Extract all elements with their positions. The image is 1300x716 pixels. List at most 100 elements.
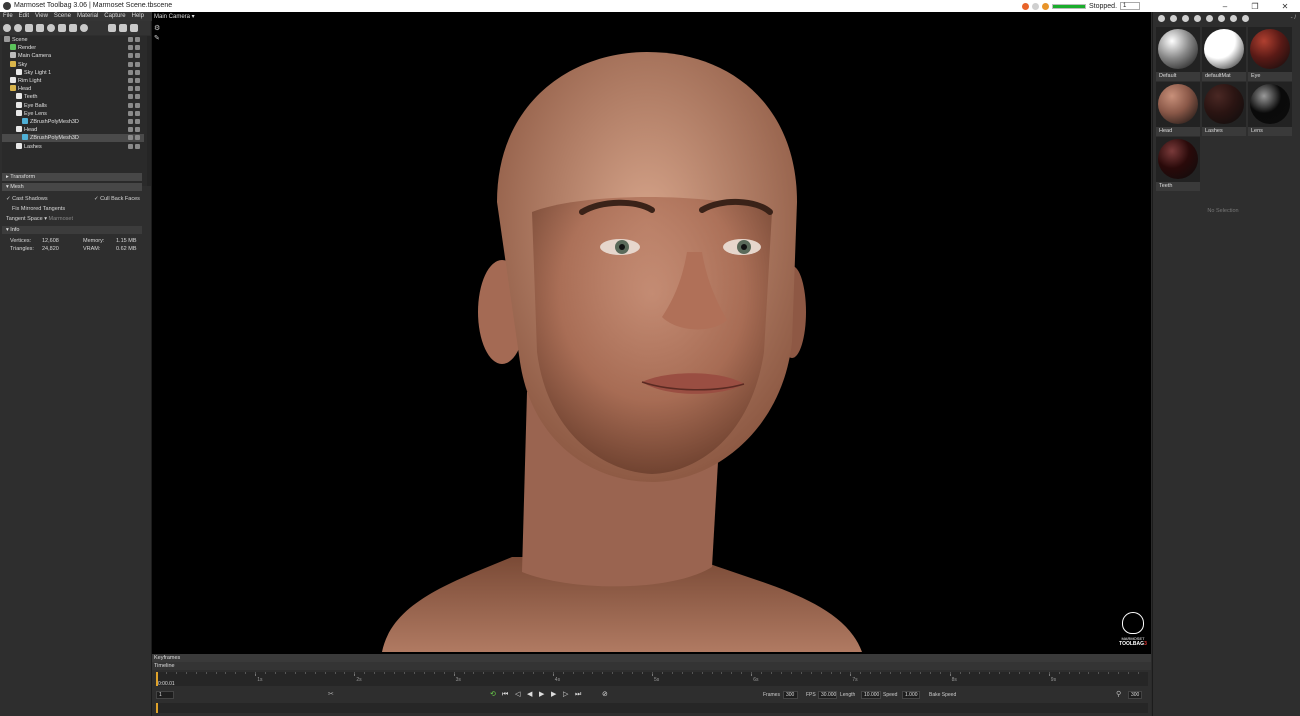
play-icon[interactable]: ▶ [539,691,544,699]
gear-icon[interactable]: ⚙ [154,25,161,32]
eye-icon[interactable] [135,119,140,124]
tree-item[interactable]: Lashes [2,142,144,151]
tree-item[interactable]: Render [2,44,144,52]
keyframes-header[interactable]: Keyframes [152,654,1151,662]
record-toggle-icon[interactable]: ⊘ [602,691,608,699]
transform-section[interactable]: ▸ Transform [2,173,142,181]
material-lashes[interactable]: Lashes [1202,82,1246,136]
tree-item[interactable]: Eye Balls [2,101,144,110]
tree-item[interactable]: Scene [2,36,144,44]
duplicate-icon[interactable] [1170,15,1177,22]
mesh-section[interactable]: ▾ Mesh [2,183,142,191]
frames-field[interactable]: 300 [783,691,798,699]
eye-icon[interactable] [135,110,140,116]
menu-material[interactable]: Material [77,12,98,21]
lock-icon[interactable] [128,61,133,67]
delete-icon[interactable] [130,24,138,32]
camera-icon[interactable] [25,24,33,32]
check-icon[interactable] [1230,15,1237,22]
lock-icon[interactable] [128,127,133,133]
tree-item[interactable]: Rim Light [2,77,144,85]
shadow-icon[interactable] [36,24,44,32]
record-icon[interactable] [1022,2,1029,10]
eye-icon[interactable] [135,127,140,133]
eye-icon[interactable] [135,78,140,83]
material-eye[interactable]: Eye [1248,27,1292,81]
length-field[interactable]: 10.000 [861,691,881,699]
viewport[interactable]: Main Camera ▾ ⚙ ✎ MARMOSET TOOLBAG3 [152,12,1151,654]
sky-icon[interactable] [47,24,55,32]
menu-capture[interactable]: Capture [104,12,125,21]
eye-icon[interactable] [135,86,140,92]
eye-icon[interactable] [135,37,140,42]
tree-item[interactable]: Sky [2,60,144,69]
tree-item[interactable]: Head [2,126,144,134]
tree-item[interactable]: Eye Lens [2,109,144,118]
info-section[interactable]: ▾ Info [2,226,142,234]
keyframe-track[interactable] [156,703,1148,713]
gear-icon[interactable] [1242,15,1249,22]
end-frame-field[interactable]: 300 [1128,691,1142,699]
timeline-ruler[interactable]: 1s 2s 3s 4s 5s 6s 7s 8s 9s [156,672,1148,686]
eye-icon[interactable] [135,102,140,108]
render-icon[interactable] [1042,2,1049,10]
minimize-button[interactable]: – [1210,2,1240,11]
last-frame-icon[interactable]: ⏭ [575,691,581,699]
material-teeth[interactable]: Teeth [1156,137,1200,191]
terrain-icon[interactable] [69,24,77,32]
cull-back-faces-checkbox[interactable]: ✓ Cull Back Faces [94,195,140,203]
picker-icon[interactable] [1218,15,1225,22]
fix-mirrored-checkbox[interactable]: Fix Mirrored Tangents [12,205,65,213]
tree-item[interactable]: Head [2,85,144,93]
maximize-button[interactable]: ❐ [1240,2,1270,11]
add-object-icon[interactable] [3,24,11,32]
globe-icon[interactable] [80,24,88,32]
eye-icon[interactable] [135,69,140,75]
eye-icon[interactable] [135,61,140,67]
tree-item[interactable]: Main Camera [2,52,144,60]
eye-icon[interactable] [135,94,140,100]
speed-field[interactable]: 1.000 [902,691,920,699]
status-field[interactable]: 1 [1120,2,1141,10]
lock-icon[interactable] [128,69,133,75]
pause-icon[interactable] [1032,2,1039,10]
material-lens[interactable]: Lens [1248,82,1292,136]
lock-icon[interactable] [128,143,133,149]
cast-shadows-checkbox[interactable]: ✓ Cast Shadows [6,195,48,203]
zoom-label[interactable]: - / [1291,15,1296,21]
menu-edit[interactable]: Edit [19,12,29,21]
eye-icon[interactable] [135,53,140,59]
loop-icon[interactable]: ⟲ [490,691,496,699]
delete-icon[interactable] [1206,15,1213,22]
next-key-icon[interactable]: ▷ [563,691,568,699]
tree-item[interactable]: ZBrushPolyMesh3D [2,118,144,126]
link-icon[interactable]: ⚲ [1116,691,1121,699]
tree-item[interactable]: ZBrushPolyMesh3D [2,134,144,143]
lock-icon[interactable] [128,135,133,141]
eye-icon[interactable] [135,143,140,149]
lock-icon[interactable] [128,86,133,92]
menu-help[interactable]: Help [132,12,144,21]
eye-icon[interactable] [135,135,140,141]
menu-view[interactable]: View [35,12,48,21]
step-forward-icon[interactable]: ▶ [551,691,556,699]
folder-icon[interactable] [1194,15,1201,22]
brush-icon[interactable]: ✎ [154,35,161,42]
add-icon[interactable] [1158,15,1165,22]
first-frame-icon[interactable]: ⏮ [502,691,508,699]
lock-icon[interactable] [128,94,133,100]
fps-field[interactable]: 30.000 [818,691,837,699]
material-head[interactable]: Head [1156,82,1200,136]
tree-item[interactable]: Teeth [2,93,144,101]
material-defaultmat[interactable]: defaultMat [1202,27,1246,81]
bake-speed-button[interactable]: Bake Speed [929,692,956,698]
menu-scene[interactable]: Scene [54,12,71,21]
lock-icon[interactable] [128,119,133,124]
step-back-icon[interactable]: ◀ [527,691,532,699]
link-icon[interactable] [1182,15,1189,22]
lock-icon[interactable] [128,102,133,108]
lock-icon[interactable] [128,37,133,42]
frame-field[interactable]: 1 [156,691,174,699]
prev-key-icon[interactable]: ◁ [515,691,520,699]
cloud-icon[interactable] [58,24,66,32]
